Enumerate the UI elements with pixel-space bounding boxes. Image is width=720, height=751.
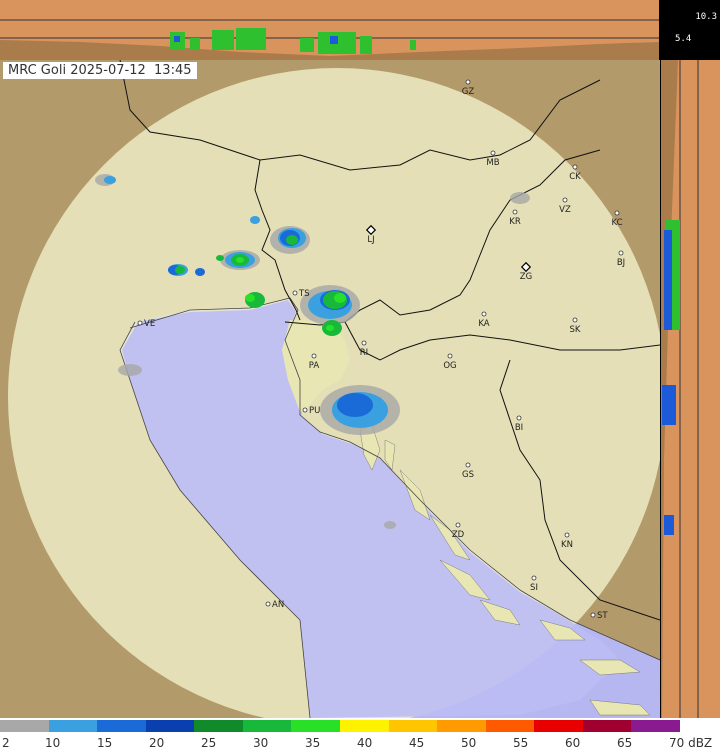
city-label-gs: GS [462,470,474,480]
legend-tick-label: 15 [97,736,113,750]
city-dot-an [265,601,271,607]
right-cross-section-panel [659,60,720,718]
legend-tick-label: 45 [409,736,425,750]
legend-color-9 [437,720,487,732]
legend-color-7 [340,720,390,732]
date-label: 2025-07-12 [70,63,146,78]
legend-color-5 [242,720,292,732]
top-cross-section-graphic [0,0,661,60]
city-dot-ka [481,311,487,317]
city-label-kr: KR [509,217,521,227]
city-dot-zd [455,522,461,528]
height-label-mid: 5.4 [675,34,692,44]
city-dot-st [590,612,596,618]
legend-tick-label: 70 dBZ [669,736,713,750]
city-dot-vz [562,197,568,203]
city-label-zg: ZG [520,272,532,282]
legend-color-12 [582,720,632,732]
city-dot-bj [618,250,624,256]
legend-tick-label: 50 [461,736,477,750]
city-dot-mb [490,150,496,156]
legend-tick-label: 25 [201,736,217,750]
city-label-an: AN [272,600,284,610]
legend-color-13 [631,720,681,732]
legend-tick-label: 30 [253,736,269,750]
city-dot-pa [311,353,317,359]
city-label-lj: LJ [367,235,374,245]
city-label-bi: BI [515,423,523,433]
city-label-pa: PA [309,361,320,371]
map-title: MRC Goli 2025-07-12 13:45 [3,62,197,79]
city-dot-kn [564,532,570,538]
city-dot-pu [302,407,308,413]
legend-tick-label: 60 [565,736,581,750]
radar-map-graphic: GZ MB CK VZ KR KC LJ ZG BJ TS VE KA SK RI PA OG PU BI GS ZD… [0,60,660,718]
height-label-top: 10.3 [695,12,717,22]
legend-tick-label: 2 [2,736,10,750]
legend-tick-label: 40 [357,736,373,750]
legend-color-11 [534,720,584,732]
city-label-kn: KN [561,540,573,550]
city-label-ve: VE [144,319,155,329]
city-label-vz: VZ [559,205,571,215]
legend-tick-label: 35 [305,736,321,750]
legend-color-6 [291,720,341,732]
city-dot-sk [572,317,578,323]
height-scale-box: 10.3 5.4 [660,0,720,60]
city-label-ts: TS [298,289,310,299]
legend-tick-label: 10 [45,736,61,750]
city-dot-bi [516,415,522,421]
city-label-pu: PU [309,406,320,416]
city-label-ck: CK [569,172,581,182]
city-marker-lj: LJ [365,224,377,245]
dbz-legend: 2 10 15 20 25 30 35 40 45 50 55 60 65 70 dBZ [0,720,720,751]
legend-tick-label: 55 [513,736,529,750]
legend-color-4 [194,720,244,732]
legend-tick-label: 20 [149,736,165,750]
city-label-ka: KA [478,319,489,329]
legend-color-3 [145,720,195,732]
city-label-gz: GZ [462,87,475,97]
city-dot-gs [465,462,471,468]
city-dot-kr [512,209,518,215]
radar-map[interactable]: GZ MB CK VZ KR KC LJ ZG BJ TS VE KA SK RI PA OG PU BI GS ZD… [0,60,660,718]
city-label-si: SI [530,583,538,593]
legend-color-10 [485,720,535,732]
city-label-st: ST [597,611,608,621]
city-label-kc: KC [611,218,622,228]
legend-color-1 [48,720,98,732]
city-dot-kc [614,210,620,216]
city-dot-si [531,575,537,581]
legend-color-0 [0,720,50,732]
city-label-zd: ZD [452,530,465,540]
station-name: MRC Goli [8,63,67,78]
city-label-og: OG [443,361,456,371]
city-dot-gz [465,79,471,85]
legend-tick-label: 65 [617,736,633,750]
city-label-bj: BJ [617,258,625,268]
city-dot-ts [292,290,298,296]
city-dot-ri [361,340,367,346]
right-cross-section-graphic [659,60,720,718]
city-dot-og [447,353,453,359]
city-dot-ve [137,320,143,326]
city-dot-ck [572,164,578,170]
city-label-mb: MB [486,158,499,168]
time-label: 13:45 [154,63,192,78]
legend-color-2 [97,720,147,732]
top-cross-section-panel [0,0,661,60]
city-label-ri: RI [360,348,368,358]
city-label-sk: SK [570,325,581,335]
legend-color-8 [388,720,438,732]
